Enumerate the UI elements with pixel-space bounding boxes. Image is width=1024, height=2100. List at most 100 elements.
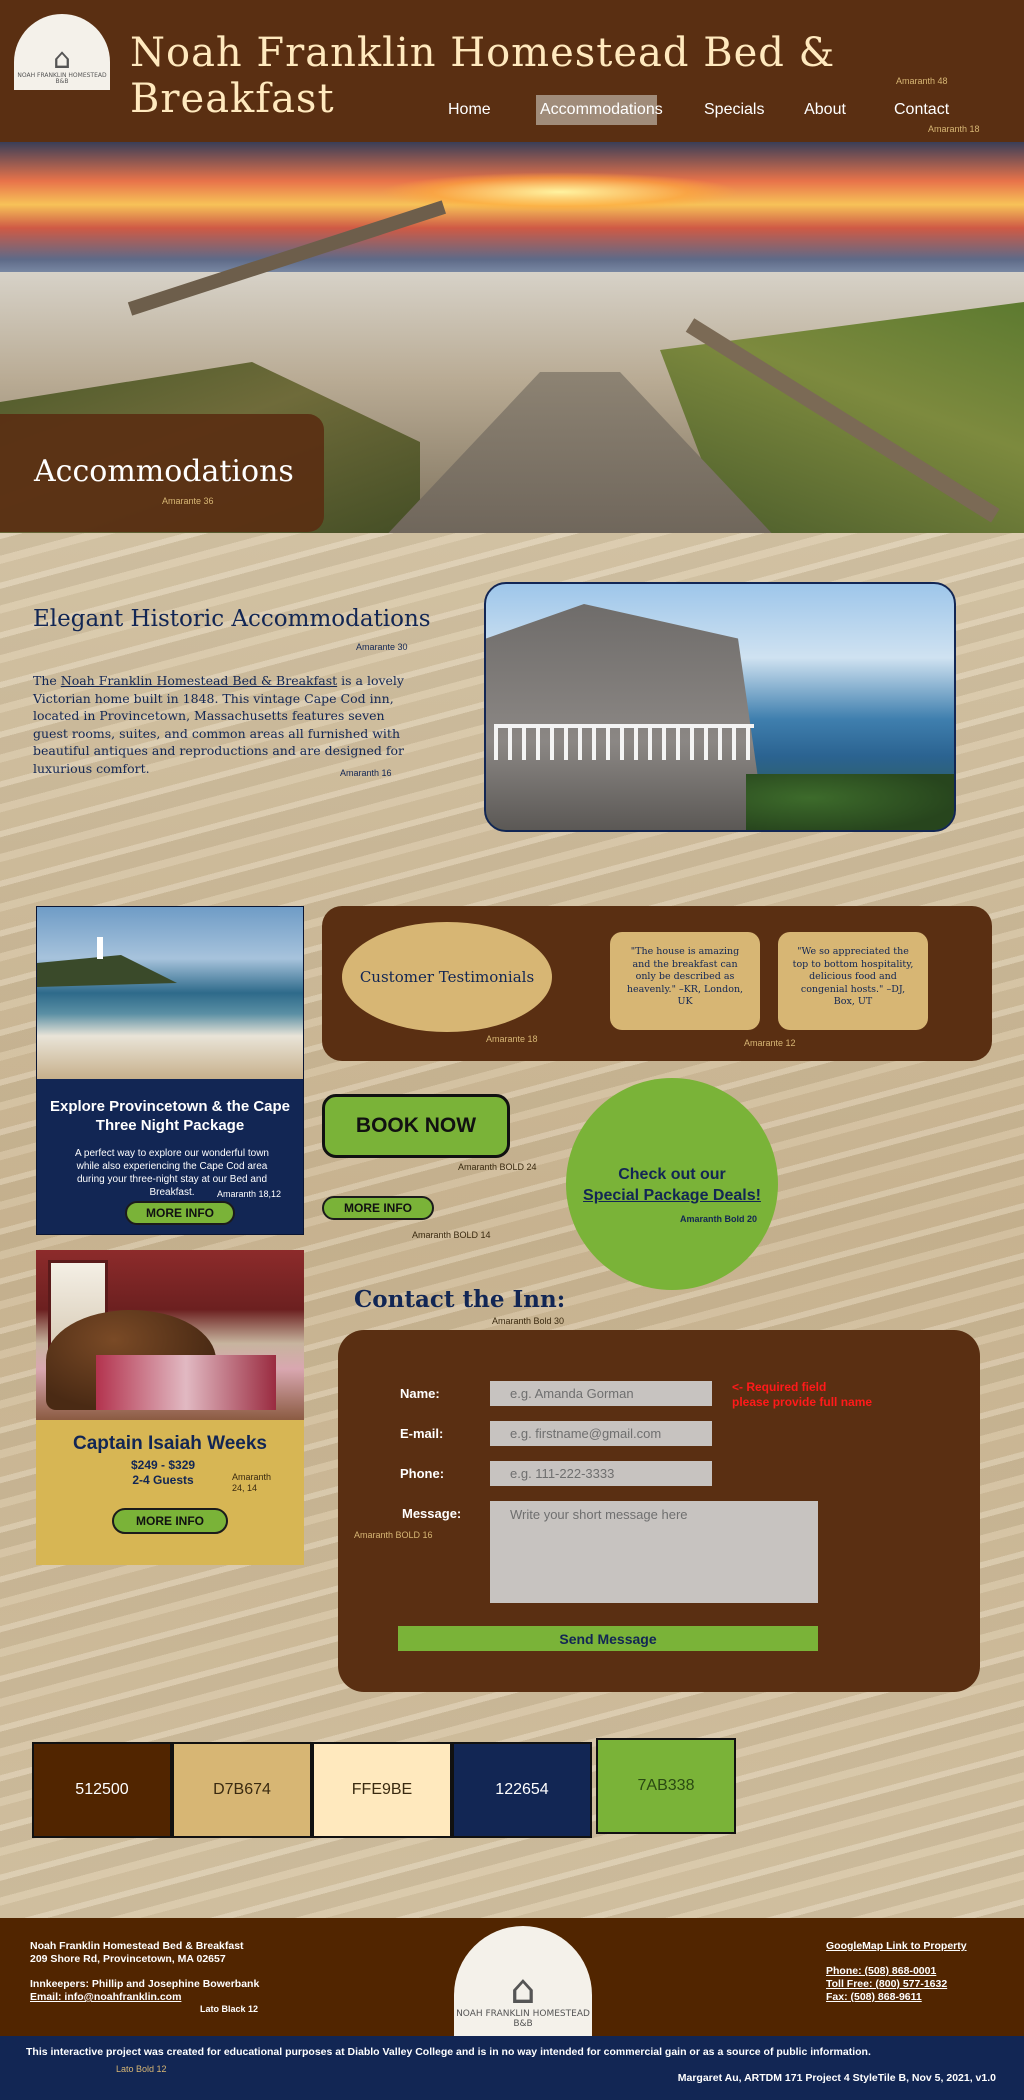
package-font-note: Amaranth 18,12 bbox=[217, 1189, 282, 1199]
phone-field[interactable] bbox=[490, 1461, 712, 1486]
house-icon: ⌂ bbox=[53, 41, 71, 75]
footer-logo[interactable]: ⌂ NOAH FRANKLIN HOMESTEAD B&B bbox=[454, 1926, 592, 2036]
more-info-note: Amaranth BOLD 14 bbox=[412, 1230, 491, 1240]
inn-porch bbox=[494, 724, 754, 760]
name-label: Name: bbox=[400, 1386, 440, 1401]
swatch-2: D7B674 bbox=[172, 1742, 312, 1838]
deals-line-1: Check out our bbox=[618, 1166, 726, 1183]
quilt bbox=[96, 1355, 276, 1410]
title-font-note: Amaranth 48 bbox=[896, 76, 948, 86]
disclaimer-bar: This interactive project was created for… bbox=[0, 2036, 1024, 2100]
footer-phone-link[interactable]: Phone: (508) 868-0001 bbox=[826, 1965, 936, 1977]
site-footer: Noah Franklin Homestead Bed & Breakfast … bbox=[0, 1918, 1024, 2036]
contact-fields-note: Amaranth BOLD 16 bbox=[354, 1530, 433, 1540]
site-logo[interactable]: ⌂ NOAH FRANKLIN HOMESTEAD B&B bbox=[14, 14, 110, 90]
intro-title-note: Amarante 30 bbox=[356, 642, 408, 652]
swatch-3: FFE9BE bbox=[312, 1742, 452, 1838]
logo-text: NOAH FRANKLIN HOMESTEAD B&B bbox=[17, 71, 107, 86]
footer-logo-text: NOAH FRANKLIN HOMESTEAD B&B bbox=[456, 2009, 590, 2030]
testimonial-quote-2: "We so appreciated the top to bottom hos… bbox=[778, 932, 928, 1030]
credit-text: Margaret Au, ARTDM 171 Project 4 StyleTi… bbox=[677, 2072, 996, 2084]
nav-font-note: Amaranth 18 bbox=[928, 124, 980, 134]
more-info-button[interactable]: MORE INFO bbox=[322, 1196, 434, 1220]
footer-inn-name: Noah Franklin Homestead Bed & Breakfast bbox=[30, 1940, 244, 1952]
book-now-button[interactable]: BOOK NOW bbox=[322, 1094, 510, 1158]
testimonials-quote-note: Amarante 12 bbox=[744, 1038, 796, 1048]
footer-phone-info: GoogleMap Link to Property Phone: (508) … bbox=[826, 1940, 967, 2004]
site-header: ⌂ NOAH FRANKLIN HOMESTEAD B&B Noah Frank… bbox=[0, 0, 1024, 142]
swatch-5-label: 7AB338 bbox=[637, 1777, 695, 1794]
nav-accommodations[interactable]: Accommodations bbox=[536, 95, 663, 125]
nav-about[interactable]: About bbox=[800, 95, 850, 125]
page-title: Accommodations bbox=[34, 454, 294, 489]
swatch-1-label: 512500 bbox=[75, 1781, 129, 1798]
footer-innkeepers: Innkeepers: Phillip and Josephine Bowerb… bbox=[30, 1978, 260, 1990]
disclaimer-text: This interactive project was created for… bbox=[26, 2046, 871, 2058]
footer-font-note: Lato Black 12 bbox=[200, 2004, 259, 2014]
inn-exterior-photo bbox=[484, 582, 956, 832]
house-icon: ⌂ bbox=[510, 1967, 536, 2014]
email-label: E-mail: bbox=[400, 1426, 444, 1441]
footer-contact-info: Noah Franklin Homestead Bed & Breakfast … bbox=[30, 1940, 259, 2004]
message-label: Message: bbox=[402, 1506, 462, 1521]
intro-text-note: Amaranth 16 bbox=[340, 768, 392, 778]
phone-label: Phone: bbox=[400, 1466, 445, 1481]
contact-form: Name: <- Required field please provide f… bbox=[338, 1330, 980, 1692]
cliff bbox=[37, 955, 177, 987]
color-swatches: 512500 D7B674 FFE9BE 122654 7AB338 bbox=[32, 1738, 742, 1842]
footer-toll-free-link[interactable]: Toll Free: (800) 577-1632 bbox=[826, 1978, 947, 1990]
room-details: $249 - $329 2-4 Guests bbox=[131, 1458, 195, 1488]
book-now-note: Amaranth BOLD 24 bbox=[458, 1162, 537, 1172]
swatch-1: 512500 bbox=[32, 1742, 172, 1838]
disclaimer-font-note: Lato Bold 12 bbox=[116, 2064, 167, 2074]
swatch-4-label: 122654 bbox=[495, 1781, 549, 1798]
email-field[interactable] bbox=[490, 1421, 712, 1446]
footer-fax-link[interactable]: Fax: (508) 868-9611 bbox=[826, 1991, 922, 2003]
main-nav: Home Accommodations Specials About Conta… bbox=[0, 95, 1024, 125]
swatch-2-label: D7B674 bbox=[213, 1781, 271, 1798]
hero-heading-panel: Accommodations Amarante 36 bbox=[0, 414, 324, 532]
required-field-hint: <- Required field please provide full na… bbox=[732, 1380, 872, 1410]
provincetown-photo bbox=[37, 907, 303, 1079]
intro-text-prefix: The bbox=[33, 673, 61, 688]
room-font-note: Amaranth 24, 14 bbox=[232, 1472, 272, 1493]
inn-name-link[interactable]: Noah Franklin Homestead Bed & Breakfast bbox=[61, 673, 337, 688]
lighthouse bbox=[97, 937, 103, 959]
deals-font-note: Amaranth Bold 20 bbox=[680, 1214, 758, 1224]
message-field[interactable] bbox=[490, 1501, 818, 1603]
deals-link[interactable]: Special Package Deals! bbox=[566, 1187, 778, 1205]
swatch-5: 7AB338 bbox=[596, 1738, 736, 1834]
special-deals-circle[interactable]: Check out our Special Package Deals! Ama… bbox=[566, 1078, 778, 1290]
trees bbox=[746, 774, 954, 830]
room-more-info-button[interactable]: MORE INFO bbox=[112, 1508, 228, 1534]
package-more-info-button[interactable]: MORE INFO bbox=[125, 1201, 235, 1225]
google-map-link[interactable]: GoogleMap Link to Property bbox=[826, 1940, 967, 1952]
send-message-button[interactable]: Send Message bbox=[398, 1626, 818, 1651]
room-card: Captain Isaiah Weeks $249 - $329 2-4 Gue… bbox=[36, 1250, 304, 1565]
contact-title-note: Amaranth Bold 30 bbox=[492, 1316, 565, 1326]
nav-specials[interactable]: Specials bbox=[700, 95, 764, 125]
footer-address: 209 Shore Rd, Provincetown, MA 02657 bbox=[30, 1953, 226, 1965]
testimonials-panel: Customer Testimonials Amarante 18 "The h… bbox=[322, 906, 992, 1061]
required-hint-line-2: please provide full name bbox=[732, 1395, 873, 1409]
room-price: $249 - $329 bbox=[131, 1458, 196, 1472]
footer-email-link[interactable]: Email: info@noahfranklin.com bbox=[30, 1991, 181, 2003]
intro-title: Elegant Historic Accommodations bbox=[33, 606, 431, 632]
hero-font-note: Amarante 36 bbox=[162, 496, 214, 506]
swatch-3-label: FFE9BE bbox=[351, 1781, 413, 1798]
required-hint-line-1: <- Required field bbox=[732, 1380, 827, 1394]
nav-contact[interactable]: Contact bbox=[890, 95, 949, 125]
name-field[interactable] bbox=[490, 1381, 712, 1406]
nav-home[interactable]: Home bbox=[444, 95, 492, 125]
package-title: Explore Provincetown & the Cape Three Ni… bbox=[49, 1098, 291, 1134]
room-photo bbox=[36, 1250, 304, 1420]
testimonial-quote-1: "The house is amazing and the breakfast … bbox=[610, 932, 760, 1030]
room-title: Captain Isaiah Weeks bbox=[73, 1433, 267, 1454]
package-card: Explore Provincetown & the Cape Three Ni… bbox=[36, 906, 304, 1235]
inn-building bbox=[486, 604, 766, 830]
testimonials-heading: Customer Testimonials bbox=[342, 922, 552, 1032]
testimonials-heading-note: Amarante 18 bbox=[486, 1034, 538, 1044]
swatch-4: 122654 bbox=[452, 1742, 592, 1838]
room-guests: 2-4 Guests bbox=[132, 1473, 194, 1487]
contact-title: Contact the Inn: bbox=[354, 1286, 566, 1313]
